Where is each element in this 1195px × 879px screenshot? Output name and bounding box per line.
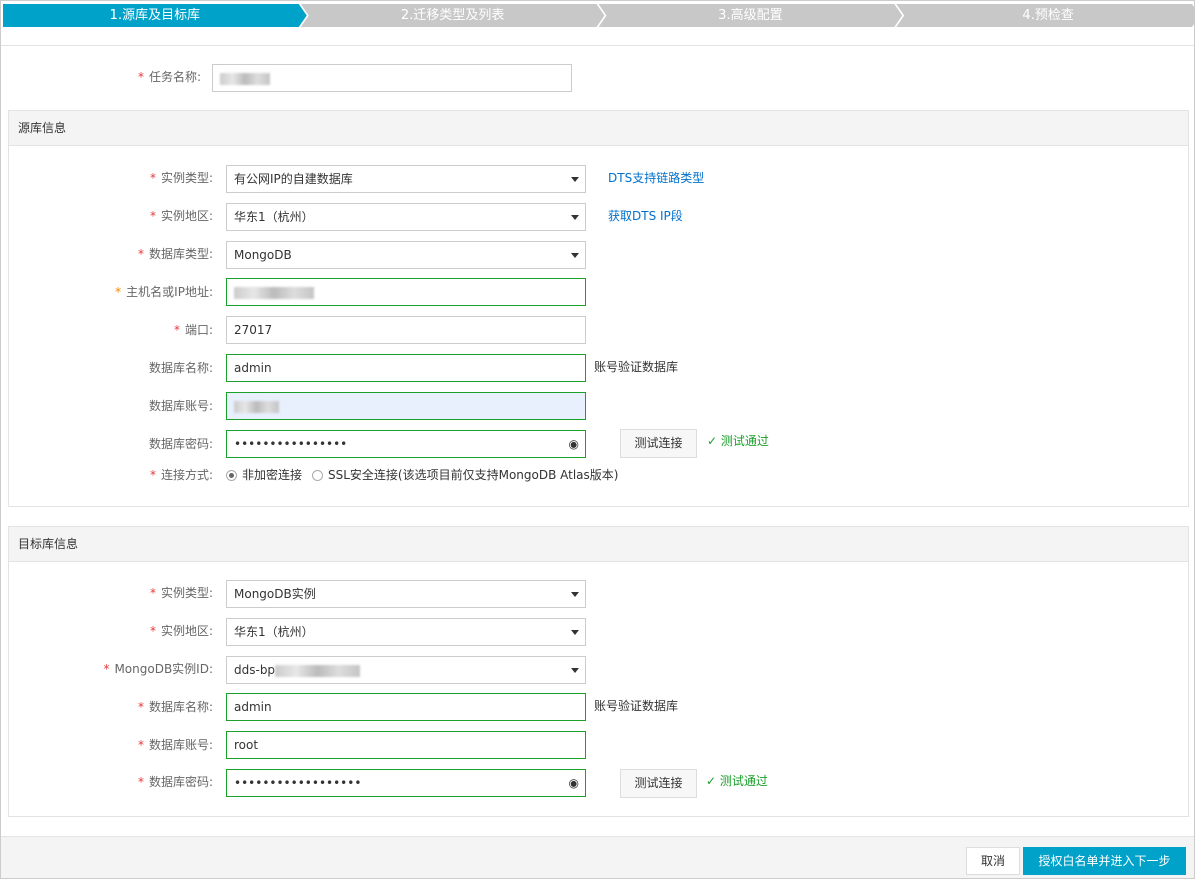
- label-text: 端口:: [184, 323, 213, 337]
- required-mark: *: [149, 468, 156, 482]
- target-password-label: * 数据库密码:: [13, 768, 213, 796]
- source-host-input[interactable]: [226, 278, 586, 306]
- target-account-input[interactable]: root: [226, 731, 586, 759]
- select-value: 华东1（杭州）: [234, 210, 314, 224]
- source-port-label: * 端口:: [13, 316, 213, 344]
- source-password-input[interactable]: •••••••••••••••• ◉: [226, 430, 586, 458]
- target-region-select[interactable]: 华东1（杭州）: [226, 618, 586, 646]
- target-instance-type-select[interactable]: MongoDB实例: [226, 580, 586, 608]
- required-mark: *: [137, 70, 144, 84]
- select-value: MongoDB: [234, 248, 292, 262]
- target-instance-id-label: * MongoDB实例ID:: [13, 655, 213, 683]
- cancel-button[interactable]: 取消: [966, 847, 1020, 875]
- select-value: dds-bp: [234, 663, 276, 677]
- radio-checked[interactable]: [226, 470, 237, 481]
- dts-link-types-link[interactable]: DTS支持链路类型: [608, 164, 704, 192]
- label-text: 数据库类型:: [148, 247, 213, 261]
- status-text: 测试通过: [719, 774, 768, 788]
- divider: [1, 45, 1194, 46]
- label-text: 数据库密码:: [148, 775, 213, 789]
- status-text: 测试通过: [720, 434, 769, 448]
- source-conn-label: * 连接方式:: [13, 461, 213, 489]
- required-mark: *: [137, 775, 144, 789]
- source-region-label: * 实例地区:: [13, 202, 213, 230]
- source-db-type-select[interactable]: MongoDB: [226, 241, 586, 269]
- source-test-connection-button[interactable]: 测试连接: [620, 429, 697, 458]
- task-name-input[interactable]: [212, 64, 572, 92]
- target-section-title: 目标库信息: [9, 527, 1188, 562]
- step-1: 1.源库及目标库: [3, 4, 307, 27]
- blurred-value: [275, 664, 361, 677]
- target-db-name-input[interactable]: admin: [226, 693, 586, 721]
- step-3: 3.高级配置: [599, 4, 903, 27]
- source-instance-type-label: * 实例类型:: [13, 164, 213, 192]
- source-instance-type-select[interactable]: 有公网IP的自建数据库: [226, 165, 586, 193]
- label-text: 实例类型:: [160, 586, 213, 600]
- blurred-value: [234, 400, 279, 413]
- required-mark: *: [137, 247, 144, 261]
- target-password-input[interactable]: •••••••••••••••••• ◉: [226, 769, 586, 797]
- option-label: SSL安全连接(该选项目前仅支持MongoDB Atlas版本): [328, 468, 619, 482]
- password-value: ••••••••••••••••••: [234, 776, 362, 790]
- label-text: 实例类型:: [160, 171, 213, 185]
- required-mark: *: [149, 624, 156, 638]
- conn-option-ssl[interactable]: SSL安全连接(该选项目前仅支持MongoDB Atlas版本): [312, 461, 618, 489]
- radio-unchecked[interactable]: [312, 470, 323, 481]
- label-text: 实例地区:: [160, 209, 213, 223]
- required-mark: *: [149, 209, 156, 223]
- label-text: 数据库账号:: [148, 738, 213, 752]
- required-mark: *: [103, 662, 110, 676]
- target-instance-id-select[interactable]: dds-bp: [226, 656, 586, 684]
- check-circle-icon: ✓: [706, 774, 720, 788]
- label-text: MongoDB实例ID:: [114, 662, 213, 676]
- target-db-name-label: * 数据库名称:: [13, 693, 213, 721]
- password-value: ••••••••••••••••: [234, 437, 348, 451]
- target-db-name-hint: 账号验证数据库: [594, 699, 679, 713]
- blurred-value: [220, 72, 270, 85]
- label-text: 任务名称:: [148, 70, 201, 84]
- label-text: 连接方式:: [160, 468, 213, 482]
- source-port-input[interactable]: 27017: [226, 316, 586, 344]
- source-db-name-label: 数据库名称:: [148, 361, 213, 375]
- step-4: 4.预检查: [896, 4, 1195, 27]
- source-db-type-label: * 数据库类型:: [13, 240, 213, 268]
- source-region-select[interactable]: 华东1（杭州）: [226, 203, 586, 231]
- source-host-label: * 主机名或IP地址:: [13, 278, 213, 306]
- select-value: 华东1（杭州）: [234, 625, 314, 639]
- authorize-next-button[interactable]: 授权白名单并进入下一步: [1023, 847, 1186, 875]
- source-db-name-hint: 账号验证数据库: [594, 360, 679, 374]
- select-value: MongoDB实例: [234, 587, 316, 601]
- dts-ip-range-link[interactable]: 获取DTS IP段: [608, 202, 683, 230]
- source-section-title: 源库信息: [9, 111, 1188, 146]
- check-circle-icon: ✓: [707, 434, 721, 448]
- wizard-steps: 1.源库及目标库 2.迁移类型及列表 3.高级配置 4.预检查: [3, 4, 1194, 27]
- label-text: 实例地区:: [160, 624, 213, 638]
- required-mark: *: [115, 285, 122, 299]
- source-account-label: 数据库账号:: [148, 399, 213, 413]
- required-mark: *: [149, 586, 156, 600]
- target-test-connection-button[interactable]: 测试连接: [620, 769, 697, 798]
- required-mark: *: [149, 171, 156, 185]
- required-mark: *: [137, 738, 144, 752]
- eye-icon[interactable]: ◉: [569, 431, 579, 457]
- target-account-label: * 数据库账号:: [13, 731, 213, 759]
- source-test-status: ✓ 测试通过: [707, 427, 769, 455]
- eye-icon[interactable]: ◉: [569, 770, 579, 796]
- target-instance-type-label: * 实例类型:: [13, 579, 213, 607]
- task-name-label: * 任务名称:: [1, 63, 201, 91]
- select-value: 有公网IP的自建数据库: [234, 172, 353, 186]
- required-mark: *: [173, 323, 180, 337]
- source-db-name-input[interactable]: admin: [226, 354, 586, 382]
- required-mark: *: [137, 700, 144, 714]
- label-text: 数据库名称:: [148, 700, 213, 714]
- source-password-label: 数据库密码:: [148, 437, 213, 451]
- target-region-label: * 实例地区:: [13, 617, 213, 645]
- option-label: 非加密连接: [242, 468, 303, 482]
- conn-option-plain[interactable]: 非加密连接: [226, 461, 302, 489]
- label-text: 主机名或IP地址:: [126, 285, 213, 299]
- source-account-input[interactable]: [226, 392, 586, 420]
- step-2: 2.迁移类型及列表: [301, 4, 605, 27]
- blurred-value: [234, 286, 314, 299]
- target-test-status: ✓ 测试通过: [706, 767, 768, 795]
